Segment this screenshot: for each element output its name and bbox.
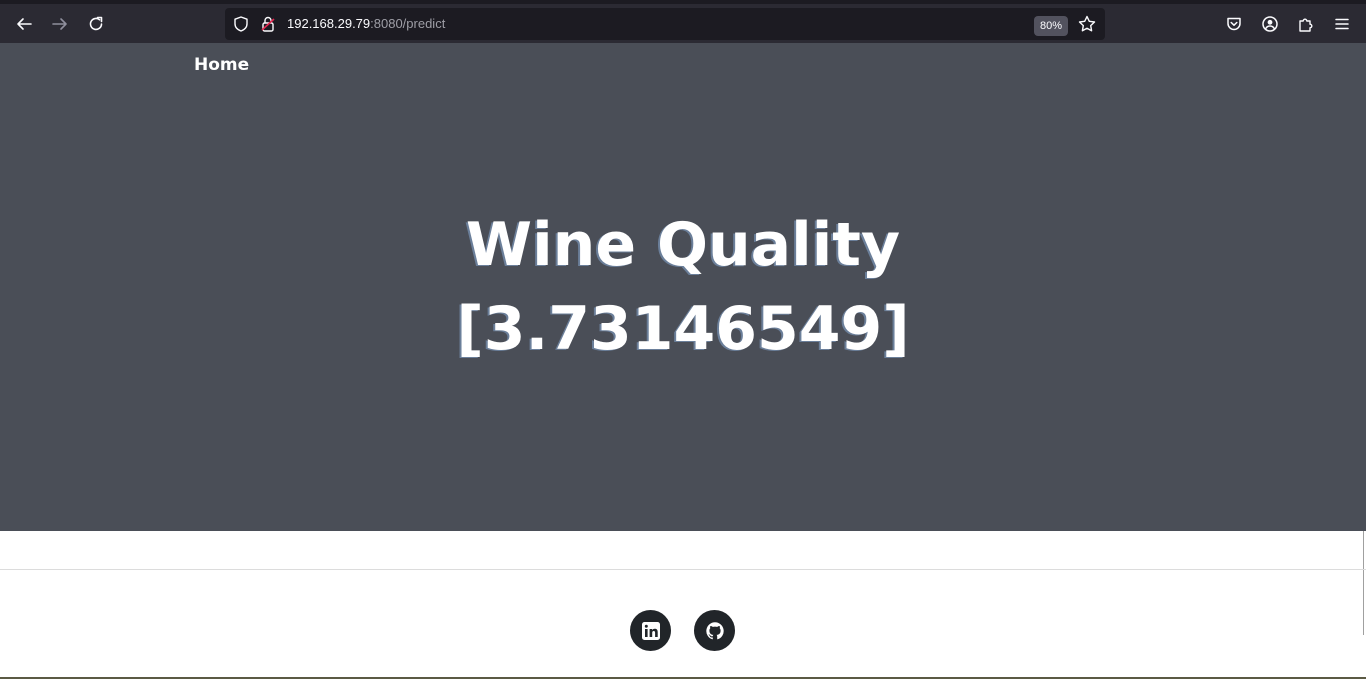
scrollbar-edge [1363, 531, 1364, 635]
pocket-button[interactable] [1218, 8, 1250, 40]
github-button[interactable] [694, 610, 735, 651]
arrow-right-icon [52, 18, 67, 30]
url-text[interactable]: 192.168.29.79:8080/predict [287, 8, 445, 40]
linkedin-button[interactable] [630, 610, 671, 651]
url-host: 192.168.29.79 [287, 16, 371, 31]
menu-button[interactable] [1326, 8, 1358, 40]
extensions-button[interactable] [1290, 8, 1322, 40]
shield-icon[interactable] [232, 15, 250, 33]
browser-toolbar: 192.168.29.79:8080/predict 80% [0, 0, 1366, 43]
nav-home-link[interactable]: Home [194, 55, 249, 75]
insecure-lock-icon[interactable] [259, 15, 277, 33]
account-icon [1262, 16, 1278, 32]
forward-button[interactable] [44, 8, 76, 40]
footer-divider [0, 569, 1366, 570]
title-line-1: Wine Quality [465, 210, 901, 280]
page-content: Home Wine Quality [3.73146549] [0, 43, 1366, 679]
account-button[interactable] [1254, 8, 1286, 40]
pocket-icon [1227, 17, 1241, 31]
linkedin-icon [641, 621, 660, 640]
social-links [630, 610, 735, 651]
zoom-badge[interactable]: 80% [1034, 16, 1069, 36]
reload-button[interactable] [80, 8, 112, 40]
page-title: Wine Quality [3.73146549] [0, 203, 1366, 371]
hero-section: Home Wine Quality [3.73146549] [0, 43, 1366, 531]
bookmark-star-icon[interactable] [1077, 14, 1097, 34]
url-path: :8080/predict [370, 16, 446, 31]
hamburger-icon [1335, 18, 1349, 30]
arrow-left-icon [17, 18, 32, 30]
puzzle-icon [1299, 18, 1313, 32]
reload-icon [89, 16, 103, 31]
address-bar[interactable]: 192.168.29.79:8080/predict 80% [225, 8, 1105, 40]
prediction-value: [3.73146549] [456, 294, 910, 364]
back-button[interactable] [8, 8, 40, 40]
github-icon [705, 621, 724, 639]
